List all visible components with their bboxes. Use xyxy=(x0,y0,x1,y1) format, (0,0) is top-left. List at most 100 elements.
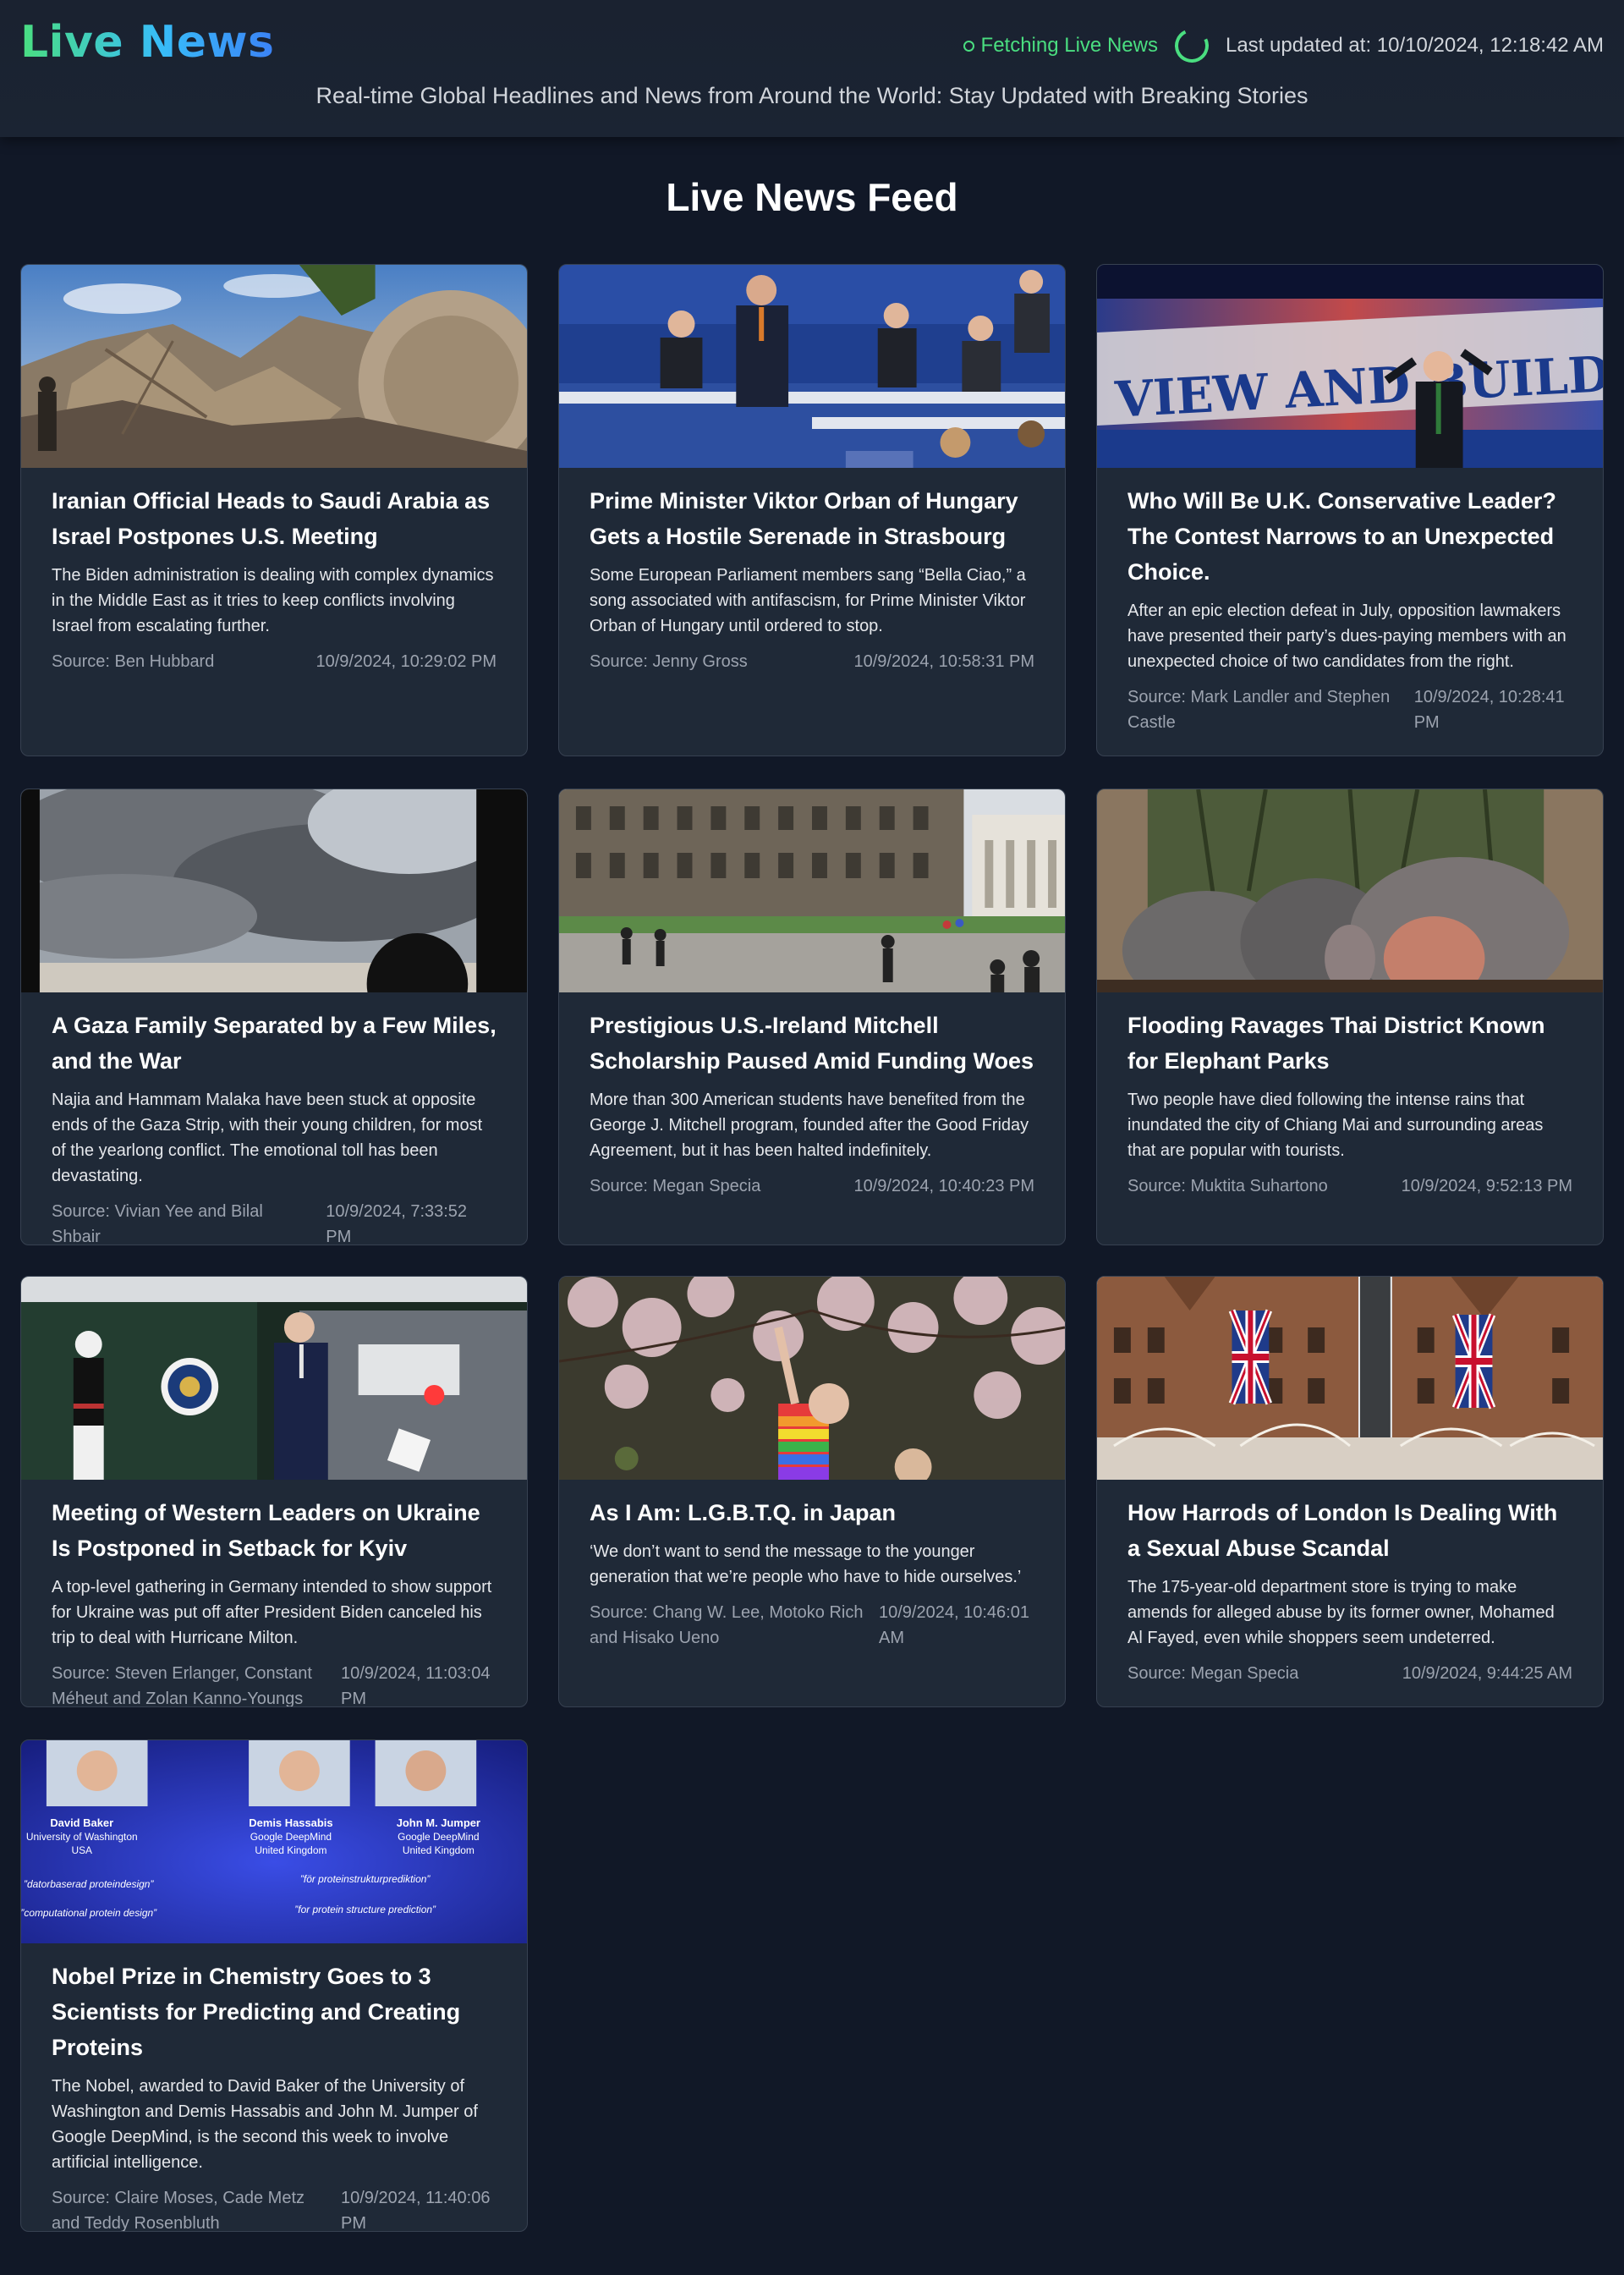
article-source: Source: Chang W. Lee, Motoko Rich and Hi… xyxy=(590,1603,864,1647)
site-header: Live News Fetching Live News Last update… xyxy=(0,0,1624,137)
article-source: Source: Megan Specia xyxy=(590,1177,761,1195)
article-description: The 175-year-old department store is try… xyxy=(1127,1578,1555,1647)
article-description: Some European Parliament members sang “B… xyxy=(590,566,1026,635)
news-card[interactable]: How Harrods of London Is Dealing With a … xyxy=(1096,1276,1604,1707)
laureate-line: United Kingdom xyxy=(403,1844,475,1856)
article-date: 10/9/2024, 11:03:04 PM xyxy=(341,1664,491,1707)
article-title[interactable]: Who Will Be U.K. Conservative Leader? Th… xyxy=(1127,483,1572,590)
article-source: Source: Mark Landler and Stephen Castle xyxy=(1127,688,1391,732)
article-source: Source: Megan Specia xyxy=(1127,1664,1299,1683)
site-subtitle: Real-time Global Headlines and News from… xyxy=(315,83,1309,108)
article-image: VIEW AND BUILD xyxy=(1097,265,1603,468)
laureate-line: USA xyxy=(71,1844,92,1856)
article-source: Source: Muktita Suhartono xyxy=(1127,1177,1328,1195)
news-card[interactable]: As I Am: L.G.B.T.Q. in Japan ‘We don’t w… xyxy=(558,1276,1066,1707)
article-title[interactable]: As I Am: L.G.B.T.Q. in Japan xyxy=(590,1495,1034,1530)
article-title[interactable]: Prestigious U.S.-Ireland Mitchell Schola… xyxy=(590,1008,1034,1079)
article-image xyxy=(1097,789,1603,992)
article-meta: Source: Megan Specia 10/9/2024, 10:40:23… xyxy=(590,1173,1034,1199)
article-date: 10/9/2024, 10:40:23 PM xyxy=(853,1177,1035,1195)
article-date: 10/9/2024, 7:33:52 PM xyxy=(326,1202,468,1245)
article-description: ‘We don’t want to send the message to th… xyxy=(590,1542,1022,1586)
article-source: Source: Ben Hubbard xyxy=(52,652,215,671)
citation-text: ”for protein structure prediction” xyxy=(294,1904,436,1915)
article-date: 10/9/2024, 10:28:41 PM xyxy=(1413,688,1565,732)
article-description: More than 300 American students have ben… xyxy=(590,1091,1029,1160)
news-card[interactable]: VIEW AND BUILD Who Will Be U.K. Conserva… xyxy=(1096,264,1604,756)
article-meta: Source: Megan Specia 10/9/2024, 9:44:25 … xyxy=(1127,1661,1572,1686)
news-card[interactable]: Prestigious U.S.-Ireland Mitchell Schola… xyxy=(558,789,1066,1245)
citation-text: ”datorbaserad proteindesign” xyxy=(24,1878,154,1890)
article-source: Source: Steven Erlanger, Constant Méheut… xyxy=(52,1664,312,1707)
fetch-status-label: Fetching Live News xyxy=(980,34,1158,57)
article-source: Source: Jenny Gross xyxy=(590,652,748,671)
news-card[interactable]: Flooding Ravages Thai District Known for… xyxy=(1096,789,1604,1245)
card-body: As I Am: L.G.B.T.Q. in Japan ‘We don’t w… xyxy=(590,1495,1034,1651)
article-title[interactable]: How Harrods of London Is Dealing With a … xyxy=(1127,1495,1572,1566)
laureate-name: David Baker xyxy=(50,1816,113,1829)
article-date: 10/9/2024, 10:58:31 PM xyxy=(853,652,1035,671)
laureate-line: Google DeepMind xyxy=(250,1831,332,1843)
article-image xyxy=(21,265,527,468)
card-body: Flooding Ravages Thai District Known for… xyxy=(1127,1008,1572,1199)
article-date: 10/9/2024, 9:44:25 AM xyxy=(1402,1664,1572,1683)
article-meta: Source: Muktita Suhartono 10/9/2024, 9:5… xyxy=(1127,1173,1572,1199)
article-image xyxy=(1097,1277,1603,1480)
article-image xyxy=(21,789,527,992)
article-date: 10/9/2024, 9:52:13 PM xyxy=(1401,1177,1572,1195)
article-meta: Source: Jenny Gross 10/9/2024, 10:58:31 … xyxy=(590,649,1034,674)
article-image xyxy=(559,1277,1065,1480)
laureate-name: John M. Jumper xyxy=(397,1816,480,1829)
article-meta: Source: Claire Moses, Cade Metz and Tedd… xyxy=(52,2185,497,2232)
article-meta: Source: Mark Landler and Stephen Castle … xyxy=(1127,684,1572,735)
feed-title: Live News Feed xyxy=(666,175,958,219)
fetch-status: Fetching Live News xyxy=(963,34,1158,58)
article-description: After an epic election defeat in July, o… xyxy=(1127,602,1566,671)
card-body: Prestigious U.S.-Ireland Mitchell Schola… xyxy=(590,1008,1034,1199)
article-title[interactable]: Prime Minister Viktor Orban of Hungary G… xyxy=(590,483,1034,554)
article-meta: Source: Chang W. Lee, Motoko Rich and Hi… xyxy=(590,1600,1034,1651)
article-description: Najia and Hammam Malaka have been stuck … xyxy=(52,1091,483,1185)
article-meta: Source: Vivian Yee and Bilal Shbair 10/9… xyxy=(52,1199,497,1245)
card-body: Iranian Official Heads to Saudi Arabia a… xyxy=(52,483,497,674)
article-title[interactable]: Nobel Prize in Chemistry Goes to 3 Scien… xyxy=(52,1959,497,2065)
news-card[interactable]: A Gaza Family Separated by a Few Miles, … xyxy=(20,789,528,1245)
last-updated: Last updated at: 10/10/2024, 12:18:42 AM xyxy=(1225,34,1604,57)
card-body: Prime Minister Viktor Orban of Hungary G… xyxy=(590,483,1034,674)
article-image: David Baker University of Washington USA… xyxy=(21,1740,527,1943)
citation-text: ”computational protein design” xyxy=(21,1907,157,1919)
article-description: Two people have died following the inten… xyxy=(1127,1091,1544,1160)
article-date: 10/9/2024, 10:29:02 PM xyxy=(315,652,497,671)
article-image xyxy=(559,789,1065,992)
status-bar: Fetching Live News Last updated at: 10/1… xyxy=(963,24,1604,68)
card-body: Who Will Be U.K. Conservative Leader? Th… xyxy=(1127,483,1572,735)
site-logo[interactable]: Live News xyxy=(20,17,275,68)
article-image xyxy=(21,1277,527,1480)
article-meta: Source: Steven Erlanger, Constant Méheut… xyxy=(52,1661,497,1707)
news-card[interactable]: Meeting of Western Leaders on Ukraine Is… xyxy=(20,1276,528,1707)
article-title[interactable]: Iranian Official Heads to Saudi Arabia a… xyxy=(52,483,497,554)
article-date: 10/9/2024, 10:46:01 AM xyxy=(879,1603,1029,1647)
article-description: A top-level gathering in Germany intende… xyxy=(52,1578,492,1647)
article-description: The Biden administration is dealing with… xyxy=(52,566,494,635)
citation-text: ”för proteinstrukturprediktion” xyxy=(300,1873,431,1885)
article-title[interactable]: A Gaza Family Separated by a Few Miles, … xyxy=(52,1008,497,1079)
card-body: A Gaza Family Separated by a Few Miles, … xyxy=(52,1008,497,1245)
card-body: Meeting of Western Leaders on Ukraine Is… xyxy=(52,1495,497,1707)
loading-spinner-icon xyxy=(1170,24,1214,68)
news-card[interactable]: Prime Minister Viktor Orban of Hungary G… xyxy=(558,264,1066,756)
article-source: Source: Vivian Yee and Bilal Shbair xyxy=(52,1202,263,1245)
article-meta: Source: Ben Hubbard 10/9/2024, 10:29:02 … xyxy=(52,649,497,674)
status-dot-icon xyxy=(963,40,974,52)
article-source: Source: Claire Moses, Cade Metz and Tedd… xyxy=(52,2189,305,2232)
article-title[interactable]: Meeting of Western Leaders on Ukraine Is… xyxy=(52,1495,497,1566)
card-body: How Harrods of London Is Dealing With a … xyxy=(1127,1495,1572,1686)
article-image xyxy=(559,265,1065,468)
laureate-name: Demis Hassabis xyxy=(249,1816,332,1829)
article-title[interactable]: Flooding Ravages Thai District Known for… xyxy=(1127,1008,1572,1079)
article-description: The Nobel, awarded to David Baker of the… xyxy=(52,2077,478,2172)
laureate-line: United Kingdom xyxy=(255,1844,326,1856)
laureate-line: University of Washington xyxy=(26,1831,138,1843)
news-card[interactable]: David Baker University of Washington USA… xyxy=(20,1739,528,2232)
news-card[interactable]: Iranian Official Heads to Saudi Arabia a… xyxy=(20,264,528,756)
